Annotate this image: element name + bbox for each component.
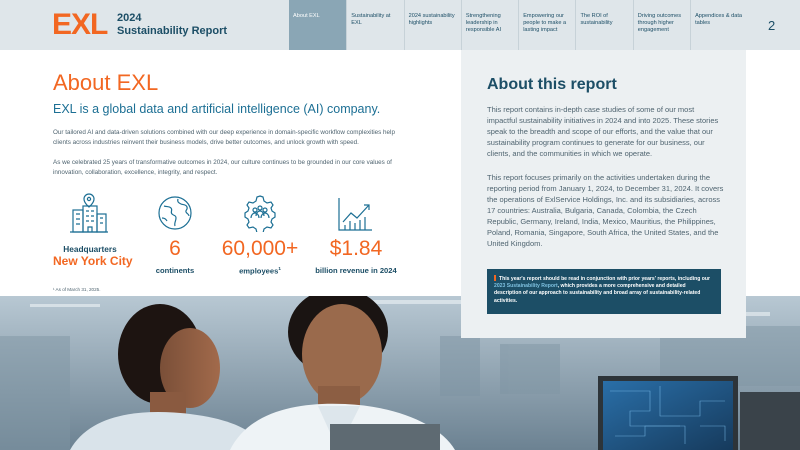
report-name: Sustainability Report (117, 25, 228, 37)
about-paragraph-2: As we celebrated 25 years of transformat… (53, 159, 392, 177)
report-paragraph-1: This report contains in-depth case studi… (487, 105, 719, 158)
about-paragraph-1: Our tailored AI and data-driven solution… (53, 129, 395, 147)
revenue-label: billion revenue in 2024 (315, 266, 397, 275)
report-callout: This year's report should be read in con… (487, 269, 721, 314)
employees-label-text: employees (239, 266, 279, 276)
people-gear-icon (241, 194, 279, 232)
tagline: EXL is a global data and artificial inte… (53, 102, 381, 116)
logo-text: EXL (52, 8, 108, 41)
page-title: About EXL (53, 70, 159, 95)
stat-headquarters: Headquarters New York City (53, 244, 133, 268)
stat-employees: 60,000+ employees1 (210, 238, 310, 276)
about-report-panel: About this report This report contains i… (461, 50, 746, 338)
report-paragraph-2: This report focuses primarily on the act… (487, 173, 724, 248)
growth-chart-icon (336, 196, 374, 232)
section-nav: About EXL Sustainability at EXL 2024 sus… (289, 0, 747, 50)
nav-item-appendices[interactable]: Appendices & data tables (690, 0, 747, 50)
globe-icon (156, 194, 194, 232)
continents-value: 6 (169, 237, 181, 260)
page-number: 2 (768, 18, 776, 33)
exl-logo[interactable]: EXL (52, 8, 108, 41)
stat-revenue: $1.84 billion revenue in 2024 (311, 237, 401, 276)
employees-footnote-mark: 1 (278, 266, 281, 271)
nav-item-empowering-people[interactable]: Empowering our people to make a lasting … (518, 0, 575, 50)
continents-label: continents (155, 266, 195, 275)
header-bar: EXL 2024 Sustainability Report About EXL… (0, 0, 800, 50)
callout-accent-bar (494, 275, 496, 281)
report-title-heading: About this report (487, 76, 617, 93)
hq-label: Headquarters (63, 244, 117, 254)
callout-text-before: This year's report should be read in con… (499, 276, 711, 282)
employees-value: 60,000+ (221, 237, 299, 260)
nav-item-roi[interactable]: The ROI of sustainability (575, 0, 632, 50)
sustainability-report-2023-link[interactable]: 2023 Sustainability Report (494, 283, 558, 289)
report-year: 2024 (117, 12, 142, 24)
building-pin-icon (69, 192, 109, 234)
stat-continents: 6 continents (145, 237, 205, 276)
nav-item-responsible-ai[interactable]: Strengthening leadership in responsible … (460, 0, 518, 50)
footnote: ¹ As of March 31, 2025. (53, 287, 101, 292)
revenue-value: $1.84 (329, 237, 383, 260)
nav-item-highlights[interactable]: 2024 sustainability highlights (403, 0, 461, 50)
stats-row: Headquarters New York City 6 continents … (53, 192, 403, 282)
hq-city: New York City (53, 254, 133, 268)
report-title: 2024 Sustainability Report (117, 12, 227, 38)
nav-item-about-exl[interactable]: About EXL (289, 0, 347, 50)
nav-item-sustainability-at-exl[interactable]: Sustainability at EXL (346, 0, 403, 50)
nav-item-engagement[interactable]: Driving outcomes through higher engageme… (632, 0, 690, 50)
employees-label: employees1 (210, 266, 310, 276)
